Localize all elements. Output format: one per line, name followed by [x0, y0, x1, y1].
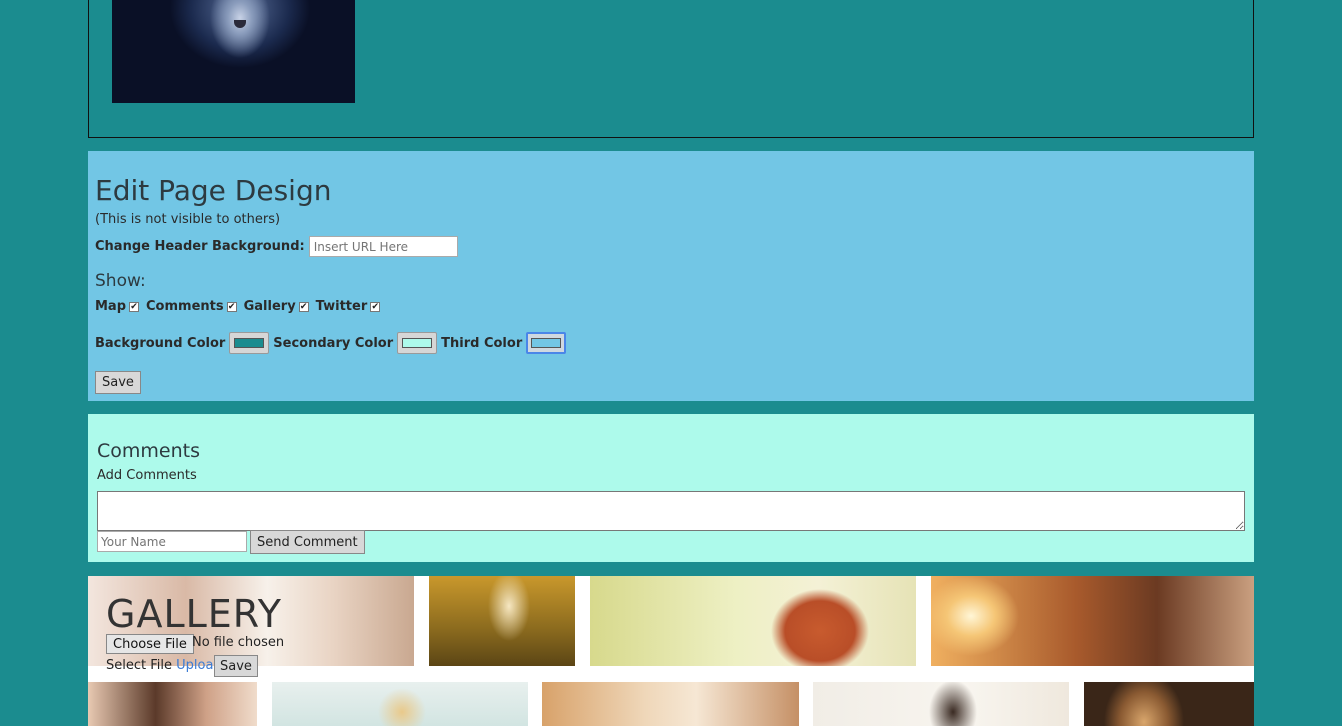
secondary-color-swatch: [402, 338, 433, 348]
header-bg-label: Change Header Background:: [95, 239, 305, 254]
toggle-twitter-label: Twitter: [315, 299, 368, 314]
gallery-image[interactable]: [931, 576, 1254, 666]
toggle-gallery-checkbox[interactable]: ✔: [298, 301, 309, 312]
bg-color-label: Background Color: [95, 335, 226, 351]
third-color-picker[interactable]: [526, 332, 567, 354]
toggle-gallery-label: Gallery: [243, 299, 296, 314]
select-file-label: Select File: [106, 658, 172, 673]
select-file-row: Select File Upload: [106, 658, 222, 673]
secondary-color-label: Secondary Color: [273, 335, 394, 351]
third-color-label: Third Color: [441, 335, 523, 351]
toggle-map-checkbox[interactable]: ✔: [129, 301, 140, 312]
add-comments-label: Add Comments: [97, 468, 197, 483]
design-title: Edit Page Design: [95, 174, 332, 207]
header-bg-row: Change Header Background:: [95, 236, 458, 257]
send-comment-button[interactable]: Send Comment: [250, 530, 365, 554]
gallery-save-button[interactable]: Save: [214, 655, 258, 677]
comments-title: Comments: [97, 440, 200, 462]
bg-color-swatch: [234, 338, 265, 348]
gallery-image[interactable]: [272, 682, 528, 726]
gallery-section: GALLERY Choose File No file chosen Selec…: [88, 576, 1254, 726]
no-file-text: No file chosen: [192, 635, 285, 650]
gallery-image[interactable]: [590, 576, 916, 666]
toggle-comments-label: Comments: [146, 299, 224, 314]
gallery-image[interactable]: [813, 682, 1069, 726]
gallery-title: GALLERY: [106, 592, 282, 636]
gallery-image[interactable]: [1084, 682, 1254, 726]
bg-color-picker[interactable]: [229, 332, 270, 354]
third-color-swatch: [531, 338, 562, 348]
gallery-image[interactable]: [542, 682, 799, 726]
show-label: Show:: [95, 271, 146, 291]
cat-nose-shape: [234, 20, 246, 28]
edit-design-panel: Edit Page Design (This is not visible to…: [88, 151, 1254, 401]
choose-file-button[interactable]: Choose File: [106, 634, 194, 654]
gallery-image[interactable]: [429, 576, 575, 666]
comments-panel: Comments Add Comments Send Comment: [88, 414, 1254, 562]
toggle-map-label: Map: [95, 299, 127, 314]
toggle-twitter-checkbox[interactable]: ✔: [370, 301, 381, 312]
name-input[interactable]: [97, 531, 247, 552]
header-url-input[interactable]: [308, 236, 458, 257]
header-photo: [112, 0, 355, 103]
color-pickers: Background Color Secondary Color Third C…: [95, 332, 567, 354]
comment-textarea[interactable]: [97, 491, 1245, 531]
design-note: (This is not visible to others): [95, 212, 281, 227]
section-toggles: Map ✔ Comments ✔ Gallery ✔ Twitter ✔: [95, 299, 384, 314]
secondary-color-picker[interactable]: [397, 332, 438, 354]
design-save-button[interactable]: Save: [95, 371, 141, 394]
toggle-comments-checkbox[interactable]: ✔: [226, 301, 237, 312]
gallery-image[interactable]: [88, 682, 257, 726]
header-section: [88, 0, 1254, 138]
